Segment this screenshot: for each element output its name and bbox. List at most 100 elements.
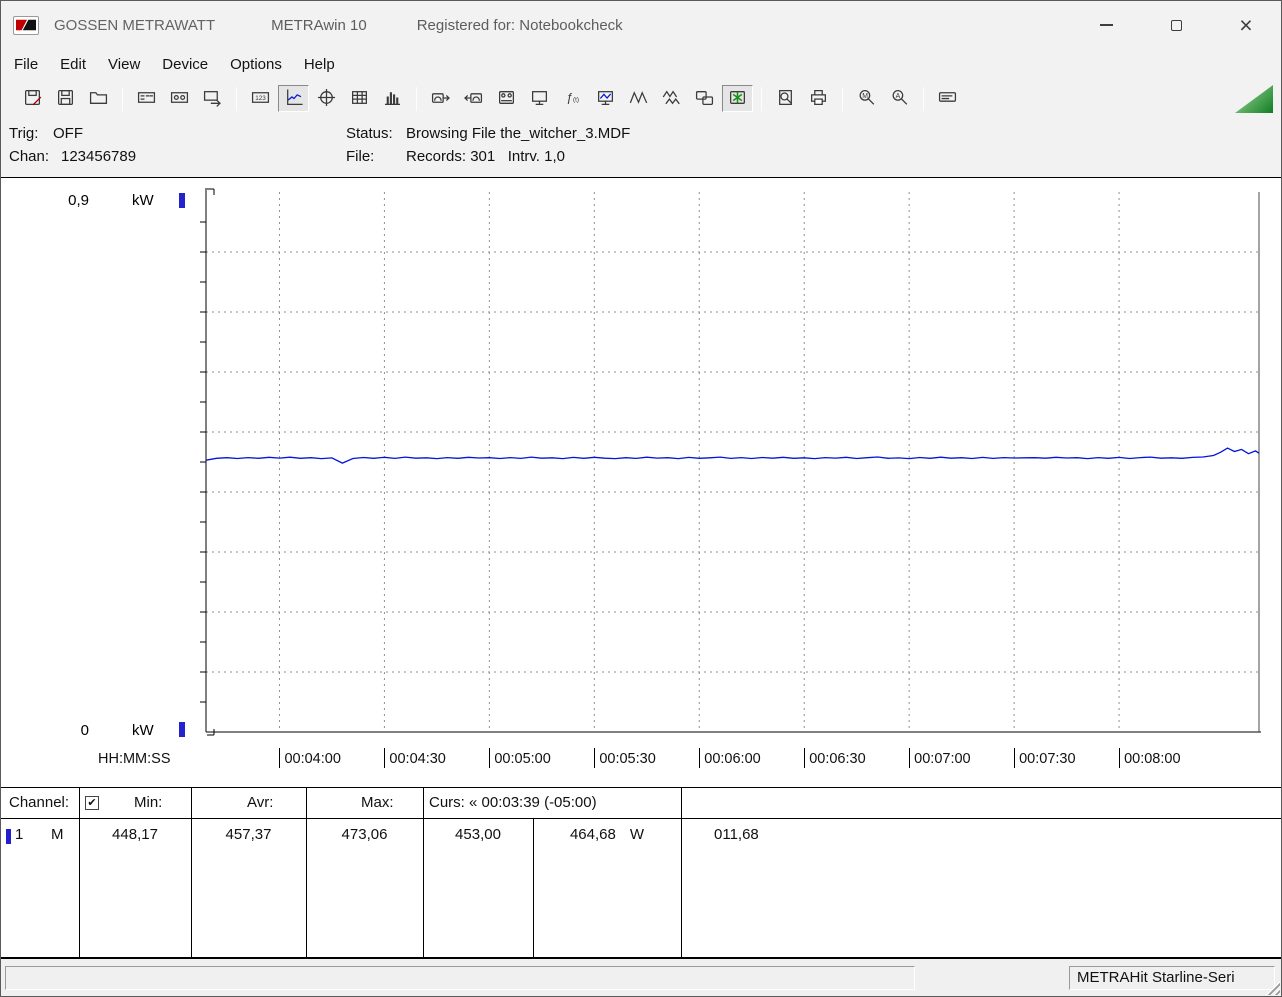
numeric-display-button[interactable]: 123 bbox=[245, 85, 276, 112]
green-triangle-logo bbox=[1235, 85, 1273, 113]
trig-label: Trig: bbox=[9, 125, 39, 142]
menu-item-view[interactable]: View bbox=[97, 52, 151, 77]
chan-value: 123456789 bbox=[61, 148, 137, 165]
menu-item-options[interactable]: Options bbox=[219, 52, 293, 77]
trig-value: OFF bbox=[53, 125, 83, 142]
recorder-button[interactable] bbox=[164, 85, 195, 112]
status-message-box bbox=[5, 966, 915, 990]
cell-max: 473,06 bbox=[341, 826, 388, 843]
column-divider bbox=[79, 788, 80, 957]
title-bar: GOSSEN METRAWATT METRAwin 10 Registered … bbox=[1, 1, 1281, 49]
print-button[interactable] bbox=[803, 85, 834, 112]
save-data-button[interactable] bbox=[50, 85, 81, 112]
svg-text:M: M bbox=[862, 92, 868, 99]
print-preview-button[interactable] bbox=[770, 85, 801, 112]
measurement-table: Channel: ✔ Min: Avr: Max: Curs: « 00:03:… bbox=[1, 787, 1281, 959]
y-axis-bottom-label: 0 bbox=[80, 722, 89, 739]
maximize-icon bbox=[1170, 19, 1182, 31]
meter-green-icon bbox=[728, 88, 747, 110]
menu-item-file[interactable]: File bbox=[3, 52, 49, 77]
x-tick-label: 00:05:30 bbox=[594, 748, 656, 768]
note-icon bbox=[938, 88, 957, 110]
screen2-icon bbox=[596, 88, 615, 110]
table-icon bbox=[350, 88, 369, 110]
x-tick-label: 00:04:30 bbox=[384, 748, 446, 768]
save-icon bbox=[56, 88, 75, 110]
channel-visible-checkbox[interactable]: ✔ bbox=[85, 796, 99, 810]
data-table-button[interactable] bbox=[344, 85, 375, 112]
multi-channel-button[interactable] bbox=[689, 85, 720, 112]
maximize-button[interactable] bbox=[1141, 1, 1211, 49]
menu-item-help[interactable]: Help bbox=[293, 52, 346, 77]
dual-waveform-button[interactable] bbox=[656, 85, 687, 112]
save-setup-button[interactable] bbox=[17, 85, 48, 112]
file-value: Records: 301 Intrv. 1,0 bbox=[406, 148, 565, 165]
y-axis-top-unit: kW bbox=[132, 192, 154, 209]
cursor2-unit: W bbox=[629, 826, 645, 843]
x-tick-label: 00:08:00 bbox=[1119, 748, 1181, 768]
channel-color-marker-bottom bbox=[179, 722, 185, 737]
wave-dual-icon bbox=[662, 88, 681, 110]
function-button[interactable]: ƒ (t) bbox=[557, 85, 588, 112]
wave-icon bbox=[629, 88, 648, 110]
column-divider bbox=[423, 788, 424, 957]
y-axis-bottom-unit: kW bbox=[132, 722, 154, 739]
chart-panel: 0,9 kW 0 kW HH:MM:SS 00:04:00 00:04:30 00:… bbox=[1, 177, 1281, 787]
histogram-icon bbox=[383, 88, 402, 110]
histogram-button[interactable] bbox=[377, 85, 408, 112]
open-file-button[interactable] bbox=[83, 85, 114, 112]
close-button[interactable]: × bbox=[1211, 1, 1281, 49]
x-tick-label: 00:06:30 bbox=[804, 748, 866, 768]
display-export-button[interactable] bbox=[197, 85, 228, 112]
zoom-auto-button[interactable]: A bbox=[884, 85, 915, 112]
lcd-out-icon bbox=[203, 88, 222, 110]
read-from-device-button[interactable] bbox=[458, 85, 489, 112]
svg-text:ƒ: ƒ bbox=[566, 91, 572, 104]
column-header-cursor: Curs: « 00:03:39 (-05:00) bbox=[429, 794, 597, 811]
save-edit-icon bbox=[23, 88, 42, 110]
x-tick-label: 00:07:00 bbox=[909, 748, 971, 768]
brand-title: GOSSEN METRAWATT bbox=[54, 16, 216, 34]
device-online-button[interactable] bbox=[722, 85, 753, 112]
channel-mode: M bbox=[51, 826, 64, 843]
app-window: GOSSEN METRAWATT METRAwin 10 Registered … bbox=[0, 0, 1282, 997]
svg-text:(t): (t) bbox=[573, 96, 579, 103]
plot-area[interactable] bbox=[200, 186, 1261, 738]
waveform-button[interactable] bbox=[623, 85, 654, 112]
app-logo-icon bbox=[13, 15, 39, 35]
annotation-button[interactable] bbox=[932, 85, 963, 112]
toolbar: 123 ƒ (t) M A bbox=[1, 79, 1281, 118]
zoom-max-button[interactable]: M bbox=[851, 85, 882, 112]
column-divider bbox=[191, 788, 192, 957]
xy-chart-button[interactable] bbox=[311, 85, 342, 112]
column-divider bbox=[681, 788, 682, 957]
live-monitor-button[interactable] bbox=[590, 85, 621, 112]
minimize-button[interactable] bbox=[1071, 1, 1141, 49]
cell-cursor1: 453,00 bbox=[455, 826, 501, 843]
device-name: METRAHit Starline-Seri bbox=[1077, 969, 1235, 986]
cell-avr: 457,37 bbox=[225, 826, 272, 843]
registered-text: Registered for: Notebookcheck bbox=[416, 16, 623, 34]
menu-bar: File Edit View Device Options Help bbox=[1, 49, 1281, 79]
device-settings-button[interactable] bbox=[491, 85, 522, 112]
x-tick-label: 00:06:00 bbox=[699, 748, 761, 768]
cell-cursor2: 464,68 W bbox=[534, 826, 680, 843]
menu-item-device[interactable]: Device bbox=[151, 52, 219, 77]
print-icon bbox=[809, 88, 828, 110]
meters-icon bbox=[695, 88, 714, 110]
meter-in-icon bbox=[464, 88, 483, 110]
info-bar: Trig: OFF Chan: 123456789 Status: Browsi… bbox=[1, 118, 1281, 177]
folder-icon bbox=[89, 88, 108, 110]
device-monitor-button[interactable] bbox=[524, 85, 555, 112]
close-icon: × bbox=[1239, 11, 1253, 38]
lcd-icon bbox=[137, 88, 156, 110]
send-to-device-button[interactable] bbox=[425, 85, 456, 112]
channel-number: 1 bbox=[15, 826, 24, 843]
yt-chart-button[interactable] bbox=[278, 85, 309, 112]
chart-yt-icon bbox=[284, 88, 303, 110]
menu-item-edit[interactable]: Edit bbox=[49, 52, 97, 77]
display-panel-button[interactable] bbox=[131, 85, 162, 112]
cursor2-value: 464,68 bbox=[569, 826, 616, 843]
screen-meter-icon bbox=[530, 88, 549, 110]
column-header-min: Min: bbox=[134, 794, 163, 811]
